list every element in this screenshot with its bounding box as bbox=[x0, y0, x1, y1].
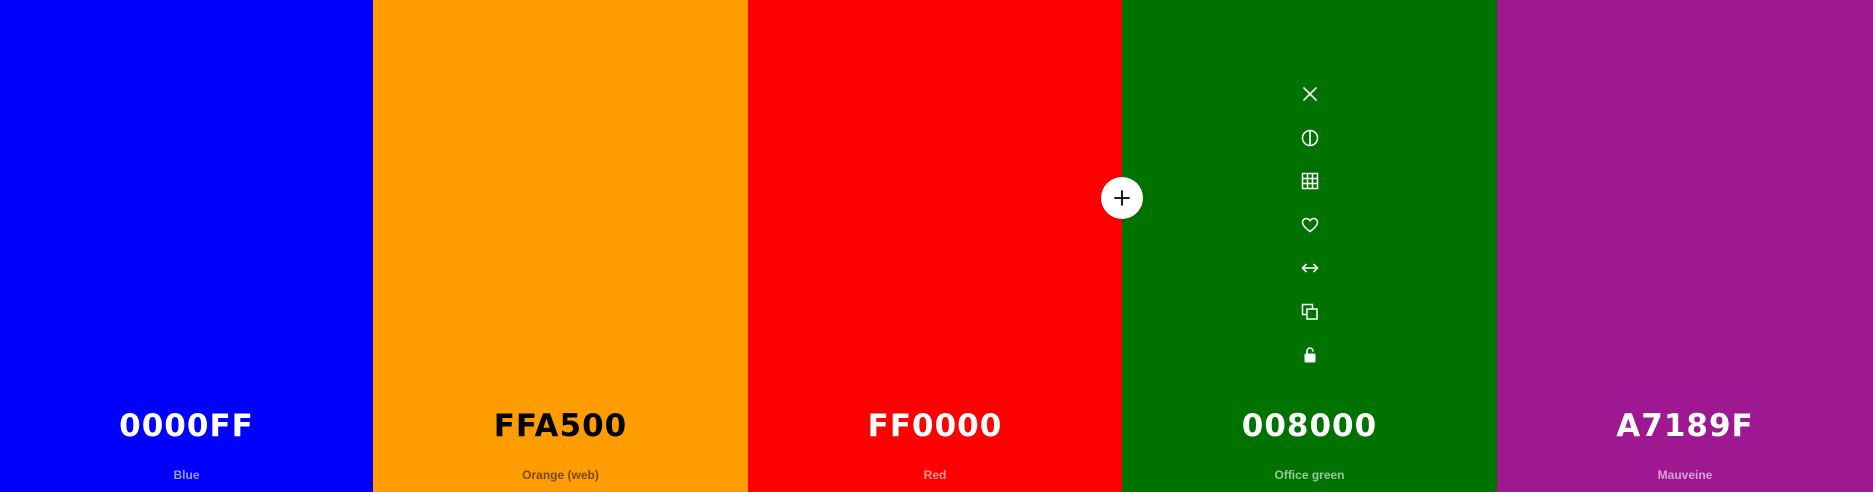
swatch-color-name[interactable]: Red bbox=[748, 468, 1122, 482]
plus-icon bbox=[1114, 190, 1130, 206]
heart-icon bbox=[1301, 217, 1318, 232]
swatch-mauveine[interactable]: A7189F Mauveine bbox=[1497, 0, 1873, 492]
color-palette: 0000FF Blue FFA500 Orange (web) FF0000 R… bbox=[0, 0, 1873, 492]
swatch-hex-code[interactable]: A7189F bbox=[1497, 408, 1873, 444]
swatch-office-green[interactable]: 008000 Office green bbox=[1122, 0, 1497, 492]
swatch-hex-code[interactable]: FF0000 bbox=[748, 408, 1122, 444]
grid-view-button[interactable] bbox=[1296, 167, 1324, 195]
swatch-blue[interactable]: 0000FF Blue bbox=[0, 0, 373, 492]
drag-horizontal-icon bbox=[1301, 263, 1318, 273]
copy-icon bbox=[1301, 303, 1318, 320]
contrast-icon bbox=[1301, 129, 1318, 146]
swatch-color-name[interactable]: Orange (web) bbox=[373, 468, 748, 482]
add-color-button[interactable] bbox=[1101, 177, 1143, 219]
remove-color-button[interactable] bbox=[1296, 80, 1324, 108]
close-icon bbox=[1302, 87, 1317, 101]
view-shades-button[interactable] bbox=[1296, 124, 1324, 152]
swatch-color-name[interactable]: Office green bbox=[1122, 468, 1497, 482]
grid-icon bbox=[1301, 172, 1318, 190]
swatch-red[interactable]: FF0000 Red bbox=[748, 0, 1122, 492]
swatch-toolbar bbox=[1122, 80, 1497, 385]
swatch-orange-web[interactable]: FFA500 Orange (web) bbox=[373, 0, 748, 492]
lock-color-button[interactable] bbox=[1296, 341, 1324, 369]
swatch-color-name[interactable]: Blue bbox=[0, 468, 373, 482]
unlock-icon bbox=[1304, 347, 1315, 363]
copy-hex-button[interactable] bbox=[1296, 298, 1324, 326]
swatch-hex-code[interactable]: 008000 bbox=[1122, 408, 1497, 444]
favorite-button[interactable] bbox=[1296, 211, 1324, 239]
swatch-hex-code[interactable]: FFA500 bbox=[373, 408, 748, 444]
drag-handle[interactable] bbox=[1296, 254, 1324, 282]
swatch-color-name[interactable]: Mauveine bbox=[1497, 468, 1873, 482]
swatch-hex-code[interactable]: 0000FF bbox=[0, 408, 373, 444]
